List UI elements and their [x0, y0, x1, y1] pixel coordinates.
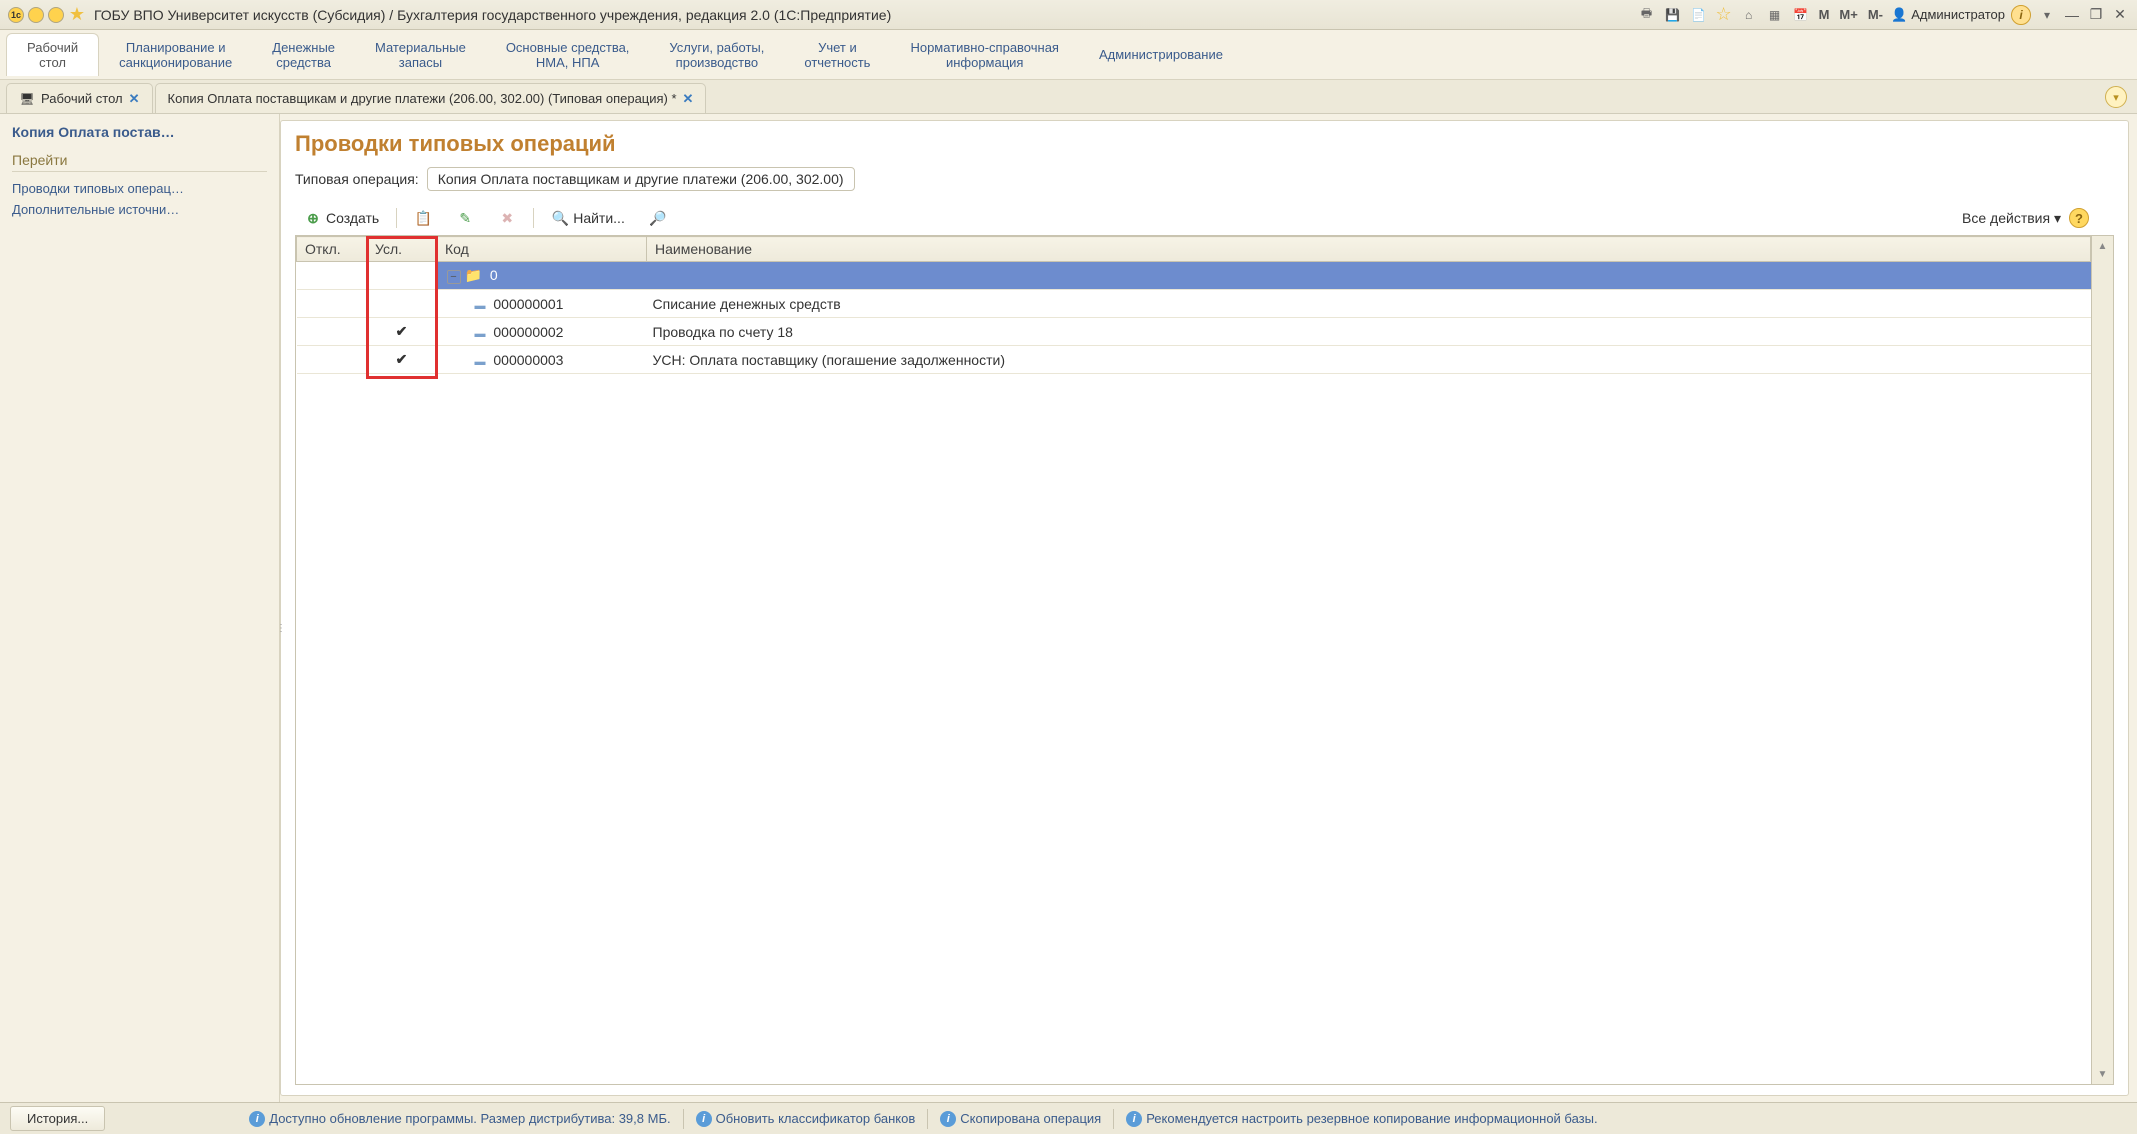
- user-icon: 👤: [1891, 7, 1907, 23]
- col-header-usl[interactable]: Усл.: [367, 237, 437, 262]
- m-button[interactable]: M: [1817, 7, 1832, 22]
- star2-icon[interactable]: ☆: [1715, 6, 1733, 24]
- sidebar-title: Копия Оплата постав…: [12, 124, 267, 140]
- home-icon[interactable]: ⌂: [1739, 5, 1759, 25]
- statusbar: История... iДоступно обновление программ…: [0, 1102, 2137, 1134]
- help-icon[interactable]: ?: [2069, 208, 2089, 228]
- table-row[interactable]: ▬ 000000001Списание денежных средств: [297, 290, 2091, 318]
- window-title: ГОБУ ВПО Университет искусств (Субсидия)…: [94, 7, 1637, 23]
- field-value-operation[interactable]: Копия Оплата поставщикам и другие платеж…: [427, 167, 855, 191]
- tab-label: Копия Оплата поставщикам и другие платеж…: [168, 91, 677, 106]
- section-bar: Рабочий столПланирование и санкционирова…: [0, 30, 2137, 80]
- maximize-button[interactable]: ❐: [2087, 6, 2105, 24]
- save-icon[interactable]: 💾: [1663, 5, 1683, 25]
- info-icon: i: [249, 1111, 265, 1127]
- sidebar: Копия Оплата постав… Перейти Проводки ти…: [0, 114, 280, 1102]
- page-title: Проводки типовых операций: [295, 131, 2114, 157]
- col-header-off[interactable]: Откл.: [297, 237, 367, 262]
- info-icon: i: [940, 1111, 956, 1127]
- tab-desktop[interactable]: 🖥 Рабочий стол ✕: [6, 83, 153, 113]
- find-button[interactable]: 🔍 Найти...: [542, 205, 634, 231]
- copy-icon: 📋: [414, 209, 432, 227]
- sidebar-link-additional[interactable]: Дополнительные источни…: [12, 199, 267, 220]
- scroll-up-icon[interactable]: ▲: [2092, 236, 2113, 256]
- copy-button[interactable]: 📋: [405, 205, 441, 231]
- app-logo-icon: 1c: [8, 7, 24, 23]
- section-tab[interactable]: Услуги, работы, производство: [649, 34, 784, 76]
- info-icon: i: [696, 1111, 712, 1127]
- print-icon[interactable]: 🖶: [1637, 5, 1657, 25]
- history-button[interactable]: История...: [10, 1106, 105, 1131]
- section-tab[interactable]: Планирование и санкционирование: [99, 34, 252, 76]
- search-icon: 🔍: [551, 209, 569, 227]
- col-header-name[interactable]: Наименование: [647, 237, 2091, 262]
- splitter-handle[interactable]: ⋮: [277, 608, 285, 648]
- minimize-button[interactable]: —: [2063, 6, 2081, 24]
- m-minus-button[interactable]: M-: [1866, 7, 1885, 22]
- titlebar: 1c ★ ГОБУ ВПО Университет искусств (Субс…: [0, 0, 2137, 30]
- section-tab[interactable]: Денежные средства: [252, 34, 355, 76]
- section-tab[interactable]: Основные средства, НМА, НПА: [486, 34, 650, 76]
- user-label[interactable]: 👤 Администратор: [1891, 7, 2005, 23]
- find-label: Найти...: [573, 210, 625, 226]
- section-tab[interactable]: Администрирование: [1079, 41, 1243, 68]
- scroll-down-icon[interactable]: ▼: [2092, 1064, 2113, 1084]
- vertical-scrollbar[interactable]: ▲ ▼: [2091, 236, 2113, 1084]
- tab-label: Рабочий стол: [41, 91, 123, 106]
- section-tab[interactable]: Учет и отчетность: [784, 34, 890, 76]
- favorite-star-icon[interactable]: ★: [68, 6, 86, 24]
- table-row[interactable]: ✔▬ 000000003УСН: Оплата поставщику (пога…: [297, 346, 2091, 374]
- grid: Откл. Усл. Код Наименование −📁 0▬ 000000…: [295, 235, 2114, 1085]
- col-header-code[interactable]: Код: [437, 237, 647, 262]
- delete-button[interactable]: ✖: [489, 205, 525, 231]
- status-msg-banks[interactable]: iОбновить классификатор банков: [696, 1111, 916, 1127]
- plus-icon: ⊕: [304, 209, 322, 227]
- section-tab[interactable]: Рабочий стол: [6, 33, 99, 76]
- calendar-icon[interactable]: 📅: [1791, 5, 1811, 25]
- status-msg-backup[interactable]: iРекомендуется настроить резервное копир…: [1126, 1111, 1597, 1127]
- pencil-icon: ✎: [456, 209, 474, 227]
- dropdown-icon[interactable]: ▾: [2037, 5, 2057, 25]
- clear-find-button[interactable]: 🔎: [640, 205, 676, 231]
- close-icon[interactable]: ✕: [129, 91, 140, 107]
- grid-icon[interactable]: ▦: [1765, 5, 1785, 25]
- grid-toolbar: ⊕ Создать 📋 ✎ ✖ 🔍 Найти... 🔎 Все действи…: [295, 201, 2114, 235]
- nav-back-icon[interactable]: [28, 7, 44, 23]
- nav-fwd-icon[interactable]: [48, 7, 64, 23]
- info-icon[interactable]: i: [2011, 5, 2031, 25]
- close-window-button[interactable]: ✕: [2111, 6, 2129, 24]
- tab-document[interactable]: Копия Оплата поставщикам и другие платеж…: [155, 83, 707, 113]
- field-label-operation: Типовая операция:: [295, 171, 419, 187]
- m-plus-button[interactable]: M+: [1837, 7, 1859, 22]
- delete-icon: ✖: [498, 209, 516, 227]
- status-msg-update[interactable]: iДоступно обновление программы. Размер д…: [249, 1111, 670, 1127]
- section-tab[interactable]: Нормативно-справочная информация: [890, 34, 1079, 76]
- sidebar-link-postings[interactable]: Проводки типовых операц…: [12, 178, 267, 199]
- create-button[interactable]: ⊕ Создать: [295, 205, 388, 231]
- close-icon[interactable]: ✕: [683, 91, 694, 107]
- table-row[interactable]: ✔▬ 000000002Проводка по счету 18: [297, 318, 2091, 346]
- info-icon: i: [1126, 1111, 1142, 1127]
- search-clear-icon: 🔎: [649, 209, 667, 227]
- user-name: Администратор: [1911, 7, 2005, 22]
- all-actions-button[interactable]: Все действия ▾: [1962, 210, 2061, 227]
- tabstrip: 🖥 Рабочий стол ✕ Копия Оплата поставщика…: [0, 80, 2137, 114]
- tabs-overflow-icon[interactable]: ▾: [2105, 86, 2127, 108]
- edit-button[interactable]: ✎: [447, 205, 483, 231]
- desktop-icon: 🖥: [19, 91, 35, 107]
- section-tab[interactable]: Материальные запасы: [355, 34, 486, 76]
- main-panel: Проводки типовых операций Типовая операц…: [280, 120, 2129, 1096]
- create-label: Создать: [326, 210, 379, 226]
- table-row[interactable]: −📁 0: [297, 262, 2091, 290]
- sidebar-section-header: Перейти: [12, 152, 267, 172]
- status-msg-copied[interactable]: iСкопирована операция: [940, 1111, 1101, 1127]
- doc-icon[interactable]: 📄: [1689, 5, 1709, 25]
